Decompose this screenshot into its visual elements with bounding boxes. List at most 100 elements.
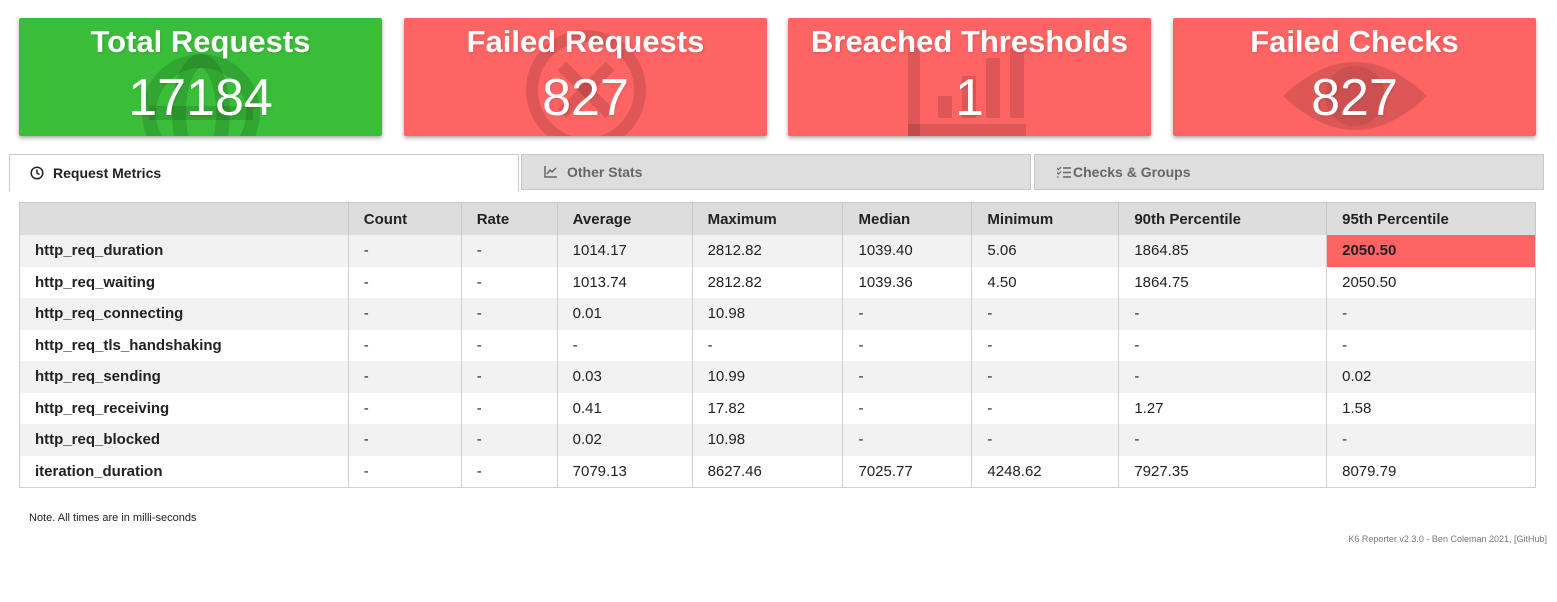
- table-cell: 4248.62: [971, 455, 1120, 488]
- table-cell: -: [348, 235, 462, 267]
- table-cell: 8079.79: [1326, 455, 1536, 488]
- table-cell: 0.01: [557, 298, 693, 330]
- table-cell: -: [1326, 298, 1536, 330]
- column-header: Median: [842, 202, 973, 235]
- table-row: http_req_duration - - 1014.17 2812.82 10…: [19, 235, 1536, 267]
- card-value: 827: [1311, 69, 1398, 127]
- column-header: 90th Percentile: [1118, 202, 1328, 235]
- table-cell: -: [557, 329, 693, 361]
- table-cell: 1039.36: [842, 266, 973, 298]
- table-cell: 1864.85: [1118, 235, 1328, 267]
- table-cell: -: [461, 266, 558, 298]
- table-cell: -: [842, 361, 973, 393]
- table-cell: 10.98: [692, 424, 844, 456]
- metric-name: http_req_duration: [19, 235, 349, 267]
- table-cell: -: [461, 455, 558, 488]
- table-cell: -: [971, 424, 1120, 456]
- clock-icon: [30, 166, 44, 180]
- table-cell: -: [1326, 329, 1536, 361]
- column-header: Rate: [461, 202, 558, 235]
- table-row: http_req_tls_handshaking - - - - - - - -: [19, 329, 1536, 361]
- card-title: Failed Requests: [466, 24, 705, 59]
- column-header: Minimum: [971, 202, 1120, 235]
- table-cell: 10.98: [692, 298, 844, 330]
- tab-checks-groups[interactable]: Checks & Groups: [1034, 154, 1544, 190]
- table-cell: 10.99: [692, 361, 844, 393]
- table-cell: -: [461, 361, 558, 393]
- table-cell: 8627.46: [692, 455, 844, 488]
- table-cell: -: [461, 235, 558, 267]
- table-cell: -: [842, 424, 973, 456]
- table-cell: 5.06: [971, 235, 1120, 267]
- table-cell: 2812.82: [692, 266, 844, 298]
- tab-request-metrics[interactable]: Request Metrics: [9, 154, 519, 192]
- table-cell: 4.50: [971, 266, 1120, 298]
- card-failed-checks: Failed Checks 827: [1173, 18, 1536, 136]
- line-chart-icon: [544, 166, 557, 178]
- table-cell: -: [348, 361, 462, 393]
- table-cell: -: [348, 266, 462, 298]
- table-cell: 0.02: [1326, 361, 1536, 393]
- table-cell: 2050.50: [1326, 266, 1536, 298]
- table-cell: -: [461, 298, 558, 330]
- units-note: Note. All times are in milli-seconds: [29, 512, 197, 524]
- table-cell: -: [842, 298, 973, 330]
- metric-name: http_req_waiting: [19, 266, 349, 298]
- table-row: iteration_duration - - 7079.13 8627.46 7…: [19, 455, 1536, 488]
- card-value: 17184: [128, 69, 273, 127]
- table-cell: 7079.13: [557, 455, 693, 488]
- table-cell: -: [1326, 424, 1536, 456]
- column-header: 95th Percentile: [1326, 202, 1536, 235]
- tab-other-stats[interactable]: Other Stats: [521, 154, 1031, 190]
- table-row: http_req_receiving - - 0.41 17.82 - - 1.…: [19, 392, 1536, 424]
- table-cell: 1013.74: [557, 266, 693, 298]
- table-cell: -: [1118, 361, 1328, 393]
- card-title: Total Requests: [90, 24, 311, 59]
- table-cell: 1.58: [1326, 392, 1536, 424]
- table-cell: -: [692, 329, 844, 361]
- table-cell: -: [348, 392, 462, 424]
- table-cell: 0.03: [557, 361, 693, 393]
- table-cell: 17.82: [692, 392, 844, 424]
- table-cell: -: [971, 329, 1120, 361]
- table-cell: -: [971, 392, 1120, 424]
- card-value: 1: [955, 69, 984, 127]
- column-header: Count: [348, 202, 462, 235]
- table-cell: -: [1118, 298, 1328, 330]
- table-cell: -: [1118, 329, 1328, 361]
- card-breached-thresholds: Breached Thresholds 1: [788, 18, 1151, 136]
- checklist-icon: [1057, 166, 1071, 178]
- column-header: Average: [557, 202, 693, 235]
- table-cell: -: [842, 329, 973, 361]
- table-cell: -: [461, 392, 558, 424]
- table-cell: 2812.82: [692, 235, 844, 267]
- table-cell: -: [461, 424, 558, 456]
- breached-threshold-cell: 2050.50: [1326, 235, 1536, 267]
- card-failed-requests: Failed Requests 827: [404, 18, 767, 136]
- table-cell: -: [1118, 424, 1328, 456]
- footer-credits[interactable]: K6 Reporter v2.3.0 - Ben Coleman 2021, […: [1348, 534, 1547, 544]
- tab-label: Checks & Groups: [1073, 164, 1191, 180]
- table-cell: 0.41: [557, 392, 693, 424]
- table-cell: 1.27: [1118, 392, 1328, 424]
- metric-name: http_req_receiving: [19, 392, 349, 424]
- card-title: Failed Checks: [1250, 24, 1459, 59]
- metric-name: iteration_duration: [19, 455, 349, 488]
- column-header: [19, 202, 349, 235]
- tab-bar: Request Metrics Other Stats Checks & Gro…: [9, 154, 1544, 192]
- table-cell: -: [348, 298, 462, 330]
- summary-cards: Total Requests 17184 Failed Requests 827…: [19, 18, 1536, 138]
- table-cell: -: [461, 329, 558, 361]
- card-title: Breached Thresholds: [811, 24, 1128, 59]
- table-cell: -: [971, 298, 1120, 330]
- table-header-row: Count Rate Average Maximum Median Minimu…: [19, 202, 1536, 235]
- tab-label: Request Metrics: [53, 165, 162, 181]
- tab-label: Other Stats: [567, 164, 643, 180]
- table-cell: -: [348, 424, 462, 456]
- table-cell: 1014.17: [557, 235, 693, 267]
- table-cell: -: [971, 361, 1120, 393]
- table-cell: -: [842, 392, 973, 424]
- table-row: http_req_sending - - 0.03 10.99 - - - 0.…: [19, 361, 1536, 393]
- table-cell: 1864.75: [1118, 266, 1328, 298]
- metric-name: http_req_tls_handshaking: [19, 329, 349, 361]
